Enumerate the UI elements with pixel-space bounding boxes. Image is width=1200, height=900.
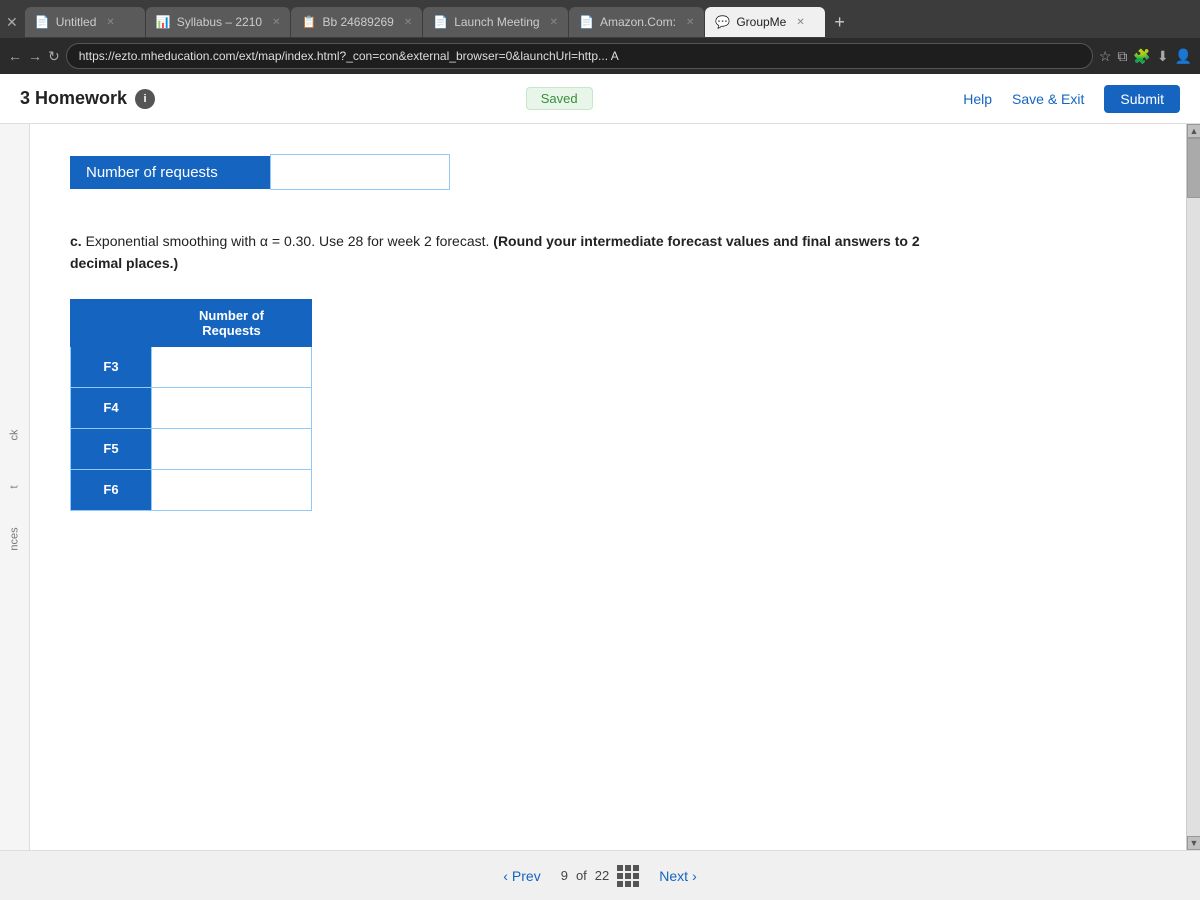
close-tab-syllabus[interactable]: ✕ [272,17,280,28]
tab-groupme[interactable]: 💬 GroupMe ✕ [705,7,825,37]
section-top: Number of requests [70,154,1146,190]
tab-amazon[interactable]: 📄 Amazon.Com: ✕ [569,7,704,37]
amazon-icon: 📄 [579,15,594,29]
chart-icon: 📊 [156,15,171,29]
grid-view-icon[interactable] [617,865,639,887]
col-header-line1: Number of [199,308,264,323]
info-icon[interactable]: i [135,89,155,109]
tab-untitled[interactable]: 📄 Untitled ✕ [25,7,145,37]
bb-icon: 📋 [301,15,316,29]
sidebar-ck: ck [9,430,21,441]
scrollbar-body [1187,138,1200,836]
next-chevron-icon: › [692,868,697,884]
problem-text: c. Exponential smoothing with α = 0.30. … [70,230,930,275]
tab-bar: ✕ 📄 Untitled ✕ 📊 Syllabus – 2210 ✕ 📋 Bb … [0,0,1200,38]
groupme-icon: 💬 [715,15,730,29]
profile-icon[interactable]: 👤 [1175,48,1192,65]
table-row-f4: F4 [71,387,312,428]
scrollbar-up-arrow[interactable]: ▲ [1187,124,1200,138]
input-f5[interactable] [168,435,295,463]
app-title-container: 3 Homework i [20,88,155,109]
next-button[interactable]: Next › [659,868,696,884]
table-header-empty [71,299,152,346]
tab-amazon-label: Amazon.Com: [600,15,676,29]
problem-prefix: c. [70,233,82,249]
cell-f5 [152,428,312,469]
star-icon[interactable]: ☆ [1099,48,1112,65]
page-current: 9 [561,868,568,883]
close-window-btn[interactable]: ✕ [0,14,24,31]
bottom-nav: ‹ Prev 9 of 22 Next › [0,850,1200,900]
row-label-f5: F5 [71,428,152,469]
table-row-f5: F5 [71,428,312,469]
doc-icon: 📄 [35,15,50,29]
app-title: 3 Homework [20,88,127,109]
sidebar-nces: nces [9,527,21,550]
back-icon[interactable]: ← [8,48,22,64]
app-header: 3 Homework i Saved Help Save & Exit Subm… [0,74,1200,124]
problem-body: Exponential smoothing with α = 0.30. Use… [86,233,490,249]
forecast-table: Number of Requests F3 F4 [70,299,312,511]
close-tab-untitled[interactable]: ✕ [106,17,114,28]
tab-bb[interactable]: 📋 Bb 24689269 ✕ [291,7,422,37]
tab-launch[interactable]: 📄 Launch Meeting ✕ [423,7,568,37]
page-info: 9 of 22 [561,865,640,887]
scrollbar-down-arrow[interactable]: ▼ [1187,836,1200,850]
launch-icon: 📄 [433,15,448,29]
prev-button[interactable]: ‹ Prev [503,868,540,884]
row-label-f4: F4 [71,387,152,428]
tab-launch-label: Launch Meeting [454,15,539,29]
page-separator: of [576,868,587,883]
input-f6[interactable] [168,476,295,504]
scrollbar-thumb[interactable] [1187,138,1200,198]
sidebar-t: t [9,485,21,488]
prev-chevron-icon: ‹ [503,868,508,884]
next-label: Next [659,868,688,884]
submit-button[interactable]: Submit [1104,85,1180,113]
tab-syllabus[interactable]: 📊 Syllabus – 2210 ✕ [146,7,291,37]
tab-untitled-label: Untitled [56,15,97,29]
address-input[interactable] [66,43,1093,69]
new-tab-button[interactable]: + [826,12,853,33]
page-total: 22 [595,868,609,883]
save-exit-button[interactable]: Save & Exit [1012,91,1084,107]
extensions-icon[interactable]: 🧩 [1133,48,1150,65]
address-bar: ← → ↻ ☆ ⧉ 🧩 ⬇ 👤 [0,38,1200,74]
row-label-f6: F6 [71,469,152,510]
tab-syllabus-label: Syllabus – 2210 [177,15,262,29]
saved-badge: Saved [526,87,593,110]
input-f4[interactable] [168,394,295,422]
table-row-f3: F3 [71,346,312,387]
forward-icon[interactable]: → [28,48,42,64]
tab-bb-label: Bb 24689269 [322,15,393,29]
help-button[interactable]: Help [963,91,992,107]
cell-f3 [152,346,312,387]
number-requests-input[interactable] [270,154,450,190]
close-tab-amazon[interactable]: ✕ [686,17,694,28]
cell-f4 [152,387,312,428]
header-actions: Help Save & Exit Submit [963,85,1180,113]
close-tab-launch[interactable]: ✕ [550,17,558,28]
copy-icon[interactable]: ⧉ [1117,48,1127,65]
col-header-line2: Requests [202,323,261,338]
main-content: Number of requests c. Exponential smooth… [30,124,1186,850]
section-label: Number of requests [70,156,270,189]
prev-label: Prev [512,868,541,884]
table-row-f6: F6 [71,469,312,510]
input-f3[interactable] [168,353,295,381]
close-tab-bb[interactable]: ✕ [404,17,412,28]
tab-groupme-label: GroupMe [736,15,786,29]
cell-f6 [152,469,312,510]
table-header-requests: Number of Requests [152,299,312,346]
scrollbar-track: ▲ ▼ [1186,124,1200,850]
row-label-f3: F3 [71,346,152,387]
download-icon[interactable]: ⬇ [1157,48,1169,65]
close-tab-groupme[interactable]: ✕ [796,17,804,28]
reload-icon[interactable]: ↻ [48,48,60,65]
